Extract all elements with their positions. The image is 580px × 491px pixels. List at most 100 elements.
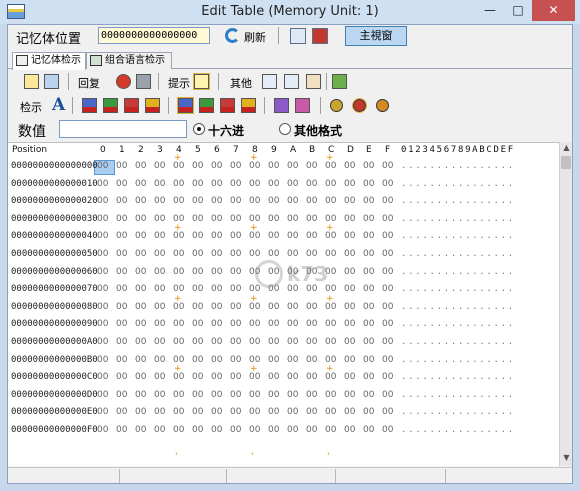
font-icon[interactable]: A [52, 95, 65, 115]
hex-cell[interactable]: 00 [382, 179, 393, 189]
hex-cell[interactable]: 00 [192, 302, 203, 312]
hex-cell[interactable]: 00 [268, 390, 279, 400]
hex-cell[interactable]: 00 [97, 302, 108, 312]
hex-cell[interactable]: 00 [211, 214, 222, 224]
hex-cell[interactable]: 00 [230, 214, 241, 224]
hex-cell[interactable]: 00 [97, 284, 108, 294]
hex-cell[interactable]: 00 [249, 337, 260, 347]
hex-cell[interactable]: 00 [154, 161, 165, 171]
hex-cell[interactable]: 00 [306, 355, 317, 365]
hex-cell[interactable]: 00 [154, 337, 165, 347]
hex-cell[interactable]: 00 [97, 231, 108, 241]
hex-cell[interactable]: 00 [97, 425, 108, 435]
hex-cell[interactable]: 00 [382, 425, 393, 435]
hex-cell[interactable]: 00 [173, 407, 184, 417]
hex-cell[interactable]: 00 [154, 179, 165, 189]
hex-cell[interactable]: 00 [382, 161, 393, 171]
hex-cell[interactable]: 00 [382, 355, 393, 365]
tab-memory-view[interactable]: 记忆体检示 [12, 52, 86, 70]
hex-cell[interactable]: 00 [268, 337, 279, 347]
hex-cell[interactable]: 00 [192, 179, 203, 189]
hex-cell[interactable]: 00 [135, 267, 146, 277]
hex-cell[interactable]: 00 [211, 284, 222, 294]
hex-cell[interactable]: 00 [192, 249, 203, 259]
hex-cell[interactable]: 00 [135, 355, 146, 365]
hex-cell[interactable]: 00 [344, 302, 355, 312]
hex-cell[interactable]: 00 [363, 231, 374, 241]
hex-cell[interactable]: 00 [192, 267, 203, 277]
hex-cell[interactable]: 00 [287, 196, 298, 206]
word-hex-icon[interactable] [199, 98, 214, 113]
hex-cell[interactable]: 00 [306, 390, 317, 400]
hex-cell[interactable]: 00 [306, 249, 317, 259]
hex-cell[interactable]: 00 [363, 355, 374, 365]
hex-cell[interactable]: 00 [249, 407, 260, 417]
hex-cell[interactable]: 00 [306, 161, 317, 171]
hex-cell[interactable]: 00 [230, 179, 241, 189]
hex-cell[interactable]: 00 [230, 319, 241, 329]
hex-cell[interactable]: 00 [116, 372, 127, 382]
hex-cell[interactable]: 00 [306, 231, 317, 241]
hex-cell[interactable]: 00 [97, 179, 108, 189]
hex-cell[interactable]: 00 [211, 179, 222, 189]
hex-cell[interactable]: 00 [97, 267, 108, 277]
hex-cell[interactable]: 00 [116, 214, 127, 224]
hex-cell[interactable]: 00 [211, 231, 222, 241]
hex-cell[interactable]: 00 [382, 337, 393, 347]
hex-cell[interactable]: 00 [211, 355, 222, 365]
float-icon[interactable] [274, 98, 289, 113]
hex-cell[interactable]: 00 [287, 284, 298, 294]
list-icon[interactable] [284, 74, 299, 89]
hex-cell[interactable]: 00 [211, 372, 222, 382]
hex-cell[interactable]: 00 [116, 284, 127, 294]
hex-cell[interactable]: 00 [363, 407, 374, 417]
red-dot-icon[interactable] [352, 98, 367, 113]
sparkle-icon[interactable] [24, 74, 39, 89]
hex-cell[interactable]: 00 [97, 372, 108, 382]
back-button[interactable]: 回复 [78, 75, 100, 91]
hex-cell[interactable]: 00 [325, 407, 336, 417]
hex-cell[interactable]: 00 [116, 249, 127, 259]
hex-cell[interactable]: 00 [287, 319, 298, 329]
hex-cell[interactable]: 00 [230, 284, 241, 294]
hex-cell[interactable]: 00 [249, 179, 260, 189]
hex-cell[interactable]: 00 [268, 407, 279, 417]
hex-cell[interactable]: 00 [173, 337, 184, 347]
hex-cell[interactable]: 00 [135, 196, 146, 206]
hex-cell[interactable]: 00 [268, 267, 279, 277]
hex-cell[interactable]: 00 [97, 337, 108, 347]
hex-cell[interactable]: 00 [382, 231, 393, 241]
hex-cell[interactable]: 00 [306, 179, 317, 189]
scroll-down-icon[interactable]: ▼ [560, 453, 573, 465]
refresh-icon[interactable] [225, 28, 240, 43]
hex-cell[interactable]: 00 [230, 302, 241, 312]
page-icon[interactable] [262, 74, 277, 89]
hex-cell[interactable]: 00 [382, 196, 393, 206]
hex-cell[interactable]: 00 [363, 196, 374, 206]
hex-cell[interactable]: 00 [382, 267, 393, 277]
ascii-cell[interactable]: ................ [401, 267, 515, 277]
hex-cell[interactable]: 00 [363, 302, 374, 312]
hex-cell[interactable]: 00 [287, 337, 298, 347]
hex-cell[interactable]: 00 [135, 249, 146, 259]
ascii-cell[interactable]: ................ [401, 390, 515, 400]
hex-cell[interactable]: 00 [325, 337, 336, 347]
hex-cell[interactable]: 00 [192, 196, 203, 206]
hex-cell[interactable]: 00 [154, 267, 165, 277]
hex-cell[interactable]: 00 [249, 267, 260, 277]
hex-cell[interactable]: 00 [344, 284, 355, 294]
hex-cell[interactable]: 00 [363, 161, 374, 171]
hex-cell[interactable]: 00 [344, 390, 355, 400]
hex-cell[interactable]: 00 [192, 161, 203, 171]
hex-cell[interactable]: 00 [382, 284, 393, 294]
hex-cell[interactable]: 00 [97, 390, 108, 400]
hex-cell[interactable]: 00 [154, 390, 165, 400]
hex-cell[interactable]: 00 [287, 231, 298, 241]
ascii-cell[interactable]: ................ [401, 302, 515, 312]
main-view-button[interactable]: 主視窗 [345, 26, 407, 46]
hex-cell[interactable]: 00 [154, 302, 165, 312]
hex-cell[interactable]: 00 [135, 407, 146, 417]
hex-cell[interactable]: 00 [192, 319, 203, 329]
hex-cell[interactable]: 00 [135, 319, 146, 329]
hex-cell[interactable]: 00 [344, 249, 355, 259]
